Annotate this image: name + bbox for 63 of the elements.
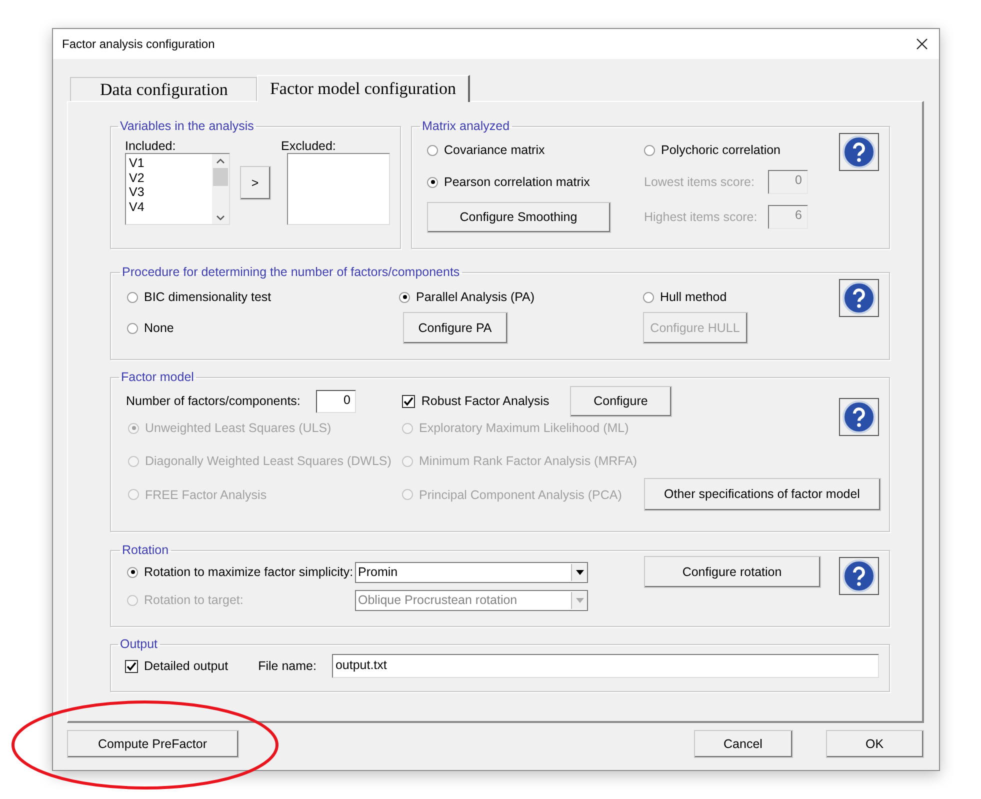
included-list[interactable]: V1 V2 V3 V4: [125, 153, 230, 225]
radio-icon[interactable]: [127, 566, 138, 578]
list-item[interactable]: V4: [129, 200, 209, 214]
radio-icon[interactable]: [399, 292, 410, 302]
help-button[interactable]: [839, 557, 879, 595]
included-label: Included:: [125, 139, 177, 153]
help-button[interactable]: [839, 133, 879, 171]
radio-icon[interactable]: [127, 322, 138, 334]
radio-option[interactable]: Rotation to maximize factor simplicity:: [127, 565, 355, 579]
factors-label: Number of factors/components:: [126, 394, 300, 408]
radio-icon[interactable]: [644, 144, 655, 156]
scrollbar[interactable]: [212, 154, 229, 224]
score-label: Highest items score:: [644, 210, 758, 224]
group-title: Output: [119, 637, 159, 651]
chevron-down-icon[interactable]: [216, 215, 225, 221]
detailed-output-checkbox[interactable]: Detailed output: [125, 659, 228, 673]
group-title: Procedure for determining the number of factors/components: [121, 265, 461, 279]
help-button[interactable]: [839, 279, 879, 317]
file-name-label: File name:: [258, 659, 316, 673]
radio-icon[interactable]: [643, 292, 654, 302]
excluded-list[interactable]: [287, 153, 390, 225]
ok-button[interactable]: OK: [826, 730, 924, 758]
group-title: Matrix analyzed: [421, 119, 511, 133]
radio-option[interactable]: Pearson correlation matrix: [427, 175, 644, 189]
checkmark-icon[interactable]: [403, 396, 414, 406]
rotation-dropdown[interactable]: Promin: [355, 562, 588, 582]
cancel-button[interactable]: Cancel: [694, 730, 793, 758]
window-title: Factor analysis configuration: [62, 37, 215, 51]
configure-smoothing-button[interactable]: Configure Smoothing: [427, 202, 611, 232]
radio-option[interactable]: Covariance matrix: [427, 143, 644, 157]
close-icon[interactable]: [916, 38, 928, 50]
radio-option[interactable]: Polychoric correlation: [644, 143, 808, 157]
factors-field[interactable]: 0: [316, 390, 356, 412]
score-label: Lowest items score:: [644, 175, 756, 189]
help-button[interactable]: [839, 398, 879, 436]
move-button[interactable]: >: [240, 166, 271, 200]
chevron-up-icon[interactable]: [216, 158, 225, 164]
group-title: Variables in the analysis: [119, 119, 255, 133]
radio-icon[interactable]: [127, 292, 138, 302]
radio-option[interactable]: None: [127, 321, 399, 335]
group-title: Factor model: [120, 370, 195, 384]
configure-button[interactable]: Configure: [570, 386, 672, 416]
other-specifications-button[interactable]: Other specifications of factor model: [644, 478, 881, 511]
radio-icon[interactable]: [427, 176, 438, 188]
radio-option[interactable]: Hull method: [643, 290, 748, 304]
list-item[interactable]: V1: [129, 156, 209, 170]
compute-button[interactable]: Compute PreFactor: [67, 730, 239, 758]
file-name-field[interactable]: output.txt: [332, 654, 879, 678]
configure-button[interactable]: Configure PA: [403, 312, 508, 344]
radio-icon[interactable]: [427, 144, 438, 156]
tab[interactable]: Data configuration: [70, 77, 257, 101]
list-item[interactable]: V3: [129, 185, 209, 200]
checkmark-icon[interactable]: [126, 660, 137, 672]
scroll-thumb[interactable]: [213, 168, 228, 186]
radio-option[interactable]: Parallel Analysis (PA): [399, 290, 643, 304]
list-item[interactable]: V2: [129, 170, 209, 185]
configure-rotation-button[interactable]: Configure rotation: [644, 556, 821, 588]
group-title: Rotation: [121, 543, 170, 557]
radio-option[interactable]: BIC dimensionality test: [127, 290, 399, 304]
excluded-label: Excluded:: [281, 139, 337, 153]
dropdown-arrow-icon[interactable]: [576, 570, 584, 574]
tab[interactable]: Factor model configuration: [256, 75, 470, 102]
robust-checkbox[interactable]: Robust Factor Analysis: [402, 394, 550, 408]
